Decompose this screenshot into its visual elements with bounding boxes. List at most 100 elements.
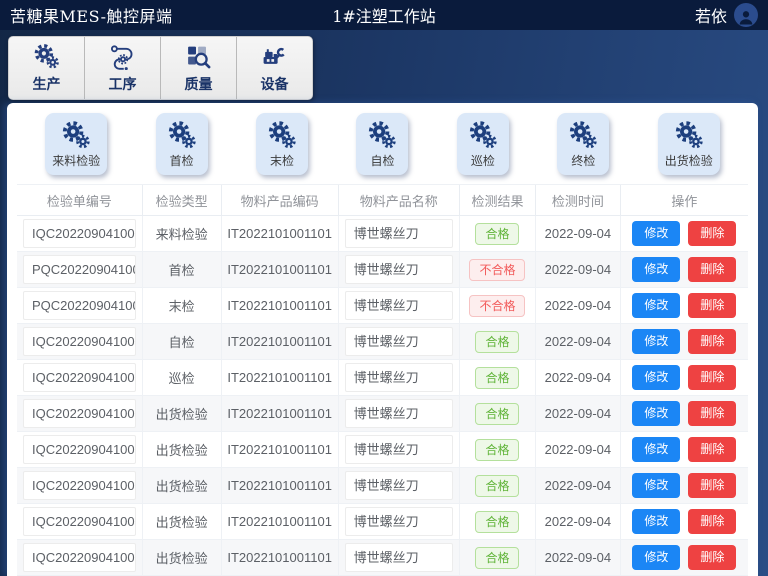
- edit-button[interactable]: 修改: [632, 293, 680, 318]
- tab-production[interactable]: 生产: [9, 37, 85, 99]
- order-no-value: IQC202209041001: [23, 435, 136, 464]
- tab-label: 质量: [185, 74, 213, 94]
- tab-process[interactable]: 工序: [85, 37, 161, 99]
- delete-button[interactable]: 删除: [688, 401, 736, 426]
- cell-check-type: 出货检验: [143, 504, 222, 539]
- table-body: IQC202209041001 来料检验 IT2022101001101 博世螺…: [17, 216, 748, 576]
- inspection-type-button[interactable]: 出货检验: [658, 113, 720, 175]
- cell-result: 合格: [460, 360, 536, 395]
- delete-button[interactable]: 删除: [688, 437, 736, 462]
- cell-material-code: IT2022101001101: [222, 432, 339, 467]
- cell-date: 2022-09-04: [536, 360, 621, 395]
- col-header-check-type: 检验类型: [143, 185, 222, 215]
- cell-result: 不合格: [460, 288, 536, 323]
- table-header: 检验单编号 检验类型 物料产品编码 物料产品名称 检测结果 检测时间 操作: [17, 184, 748, 216]
- cell-order-no: IQC202209041001: [17, 432, 143, 467]
- table-row: PQC202209041001 首检 IT2022101001101 博世螺丝刀…: [17, 252, 748, 288]
- order-no-value: IQC202209041001: [23, 327, 136, 356]
- equipment-machine-icon: [261, 43, 288, 70]
- edit-button[interactable]: 修改: [632, 473, 680, 498]
- cell-date: 2022-09-04: [536, 288, 621, 323]
- cell-check-type: 来料检验: [143, 216, 222, 251]
- edit-button[interactable]: 修改: [632, 329, 680, 354]
- inspection-type-label: 首检: [170, 152, 194, 169]
- cell-date: 2022-09-04: [536, 468, 621, 503]
- cell-material-code: IT2022101001101: [222, 252, 339, 287]
- cell-material-code: IT2022101001101: [222, 360, 339, 395]
- delete-button[interactable]: 删除: [688, 329, 736, 354]
- material-name-value: 博世螺丝刀: [345, 435, 453, 464]
- col-header-material-code: 物料产品编码: [222, 185, 339, 215]
- inspection-type-button[interactable]: 巡检: [457, 113, 509, 175]
- inspection-type-button[interactable]: 首检: [156, 113, 208, 175]
- table-row: IQC202209041001 巡检 IT2022101001101 博世螺丝刀…: [17, 360, 748, 396]
- cell-check-type: 自检: [143, 324, 222, 359]
- material-name-value: 博世螺丝刀: [345, 507, 453, 536]
- cell-check-type: 出货检验: [143, 540, 222, 575]
- edit-button[interactable]: 修改: [632, 365, 680, 390]
- delete-button[interactable]: 删除: [688, 509, 736, 534]
- gears-icon: [267, 120, 297, 150]
- delete-button[interactable]: 删除: [688, 365, 736, 390]
- inspection-type-button[interactable]: 末检: [256, 113, 308, 175]
- cell-date: 2022-09-04: [536, 216, 621, 251]
- result-badge: 合格: [475, 475, 519, 497]
- cell-material-name: 博世螺丝刀: [339, 468, 460, 503]
- tab-equipment[interactable]: 设备: [237, 37, 312, 99]
- edit-button[interactable]: 修改: [632, 509, 680, 534]
- table-row: IQC202209041001 自检 IT2022101001101 博世螺丝刀…: [17, 324, 748, 360]
- table-row: IQC202209041001 来料检验 IT2022101001101 博世螺…: [17, 216, 748, 252]
- tab-quality[interactable]: 质量: [161, 37, 237, 99]
- cell-actions: 修改 删除: [621, 252, 748, 287]
- delete-button[interactable]: 删除: [688, 257, 736, 282]
- delete-button[interactable]: 删除: [688, 545, 736, 570]
- user-menu[interactable]: 若依: [695, 3, 758, 27]
- cell-material-code: IT2022101001101: [222, 216, 339, 251]
- delete-button[interactable]: 删除: [688, 293, 736, 318]
- inspection-type-label: 来料检验: [52, 152, 100, 169]
- inspection-type-button[interactable]: 来料检验: [45, 113, 107, 175]
- quality-panel: 来料检验 首检 末检 自检 巡检 终检: [7, 103, 758, 576]
- cell-check-type: 巡检: [143, 360, 222, 395]
- edit-button[interactable]: 修改: [632, 401, 680, 426]
- table-row: PQC202209041001 末检 IT2022101001101 博世螺丝刀…: [17, 288, 748, 324]
- order-no-value: PQC202209041001: [23, 291, 136, 320]
- order-no-value: IQC202209041001: [23, 471, 136, 500]
- quality-search-icon: [185, 43, 212, 70]
- cell-material-name: 博世螺丝刀: [339, 252, 460, 287]
- delete-button[interactable]: 删除: [688, 221, 736, 246]
- result-badge: 合格: [475, 331, 519, 353]
- inspection-type-button[interactable]: 终检: [557, 113, 609, 175]
- cell-material-code: IT2022101001101: [222, 504, 339, 539]
- cell-result: 合格: [460, 468, 536, 503]
- cell-material-code: IT2022101001101: [222, 324, 339, 359]
- cell-order-no: IQC202209041001: [17, 468, 143, 503]
- order-no-value: IQC202209041001: [23, 543, 136, 572]
- table-row: IQC202209041001 出货检验 IT2022101001101 博世螺…: [17, 540, 748, 576]
- cell-result: 合格: [460, 432, 536, 467]
- cell-check-type: 首检: [143, 252, 222, 287]
- cell-order-no: IQC202209041001: [17, 396, 143, 431]
- cell-actions: 修改 删除: [621, 540, 748, 575]
- cell-result: 合格: [460, 504, 536, 539]
- edit-button[interactable]: 修改: [632, 257, 680, 282]
- inspection-type-button[interactable]: 自检: [356, 113, 408, 175]
- cell-date: 2022-09-04: [536, 396, 621, 431]
- cell-actions: 修改 删除: [621, 396, 748, 431]
- cell-order-no: PQC202209041001: [17, 288, 143, 323]
- order-no-value: IQC202209041001: [23, 363, 136, 392]
- edit-button[interactable]: 修改: [632, 221, 680, 246]
- cell-material-name: 博世螺丝刀: [339, 504, 460, 539]
- avatar[interactable]: [734, 3, 758, 27]
- cell-actions: 修改 删除: [621, 324, 748, 359]
- edit-button[interactable]: 修改: [632, 437, 680, 462]
- edit-button[interactable]: 修改: [632, 545, 680, 570]
- cell-material-name: 博世螺丝刀: [339, 540, 460, 575]
- cell-check-type: 出货检验: [143, 396, 222, 431]
- delete-button[interactable]: 删除: [688, 473, 736, 498]
- cell-result: 合格: [460, 324, 536, 359]
- material-name-value: 博世螺丝刀: [345, 399, 453, 428]
- cell-result: 合格: [460, 540, 536, 575]
- cell-date: 2022-09-04: [536, 252, 621, 287]
- table-row: IQC202209041001 出货检验 IT2022101001101 博世螺…: [17, 432, 748, 468]
